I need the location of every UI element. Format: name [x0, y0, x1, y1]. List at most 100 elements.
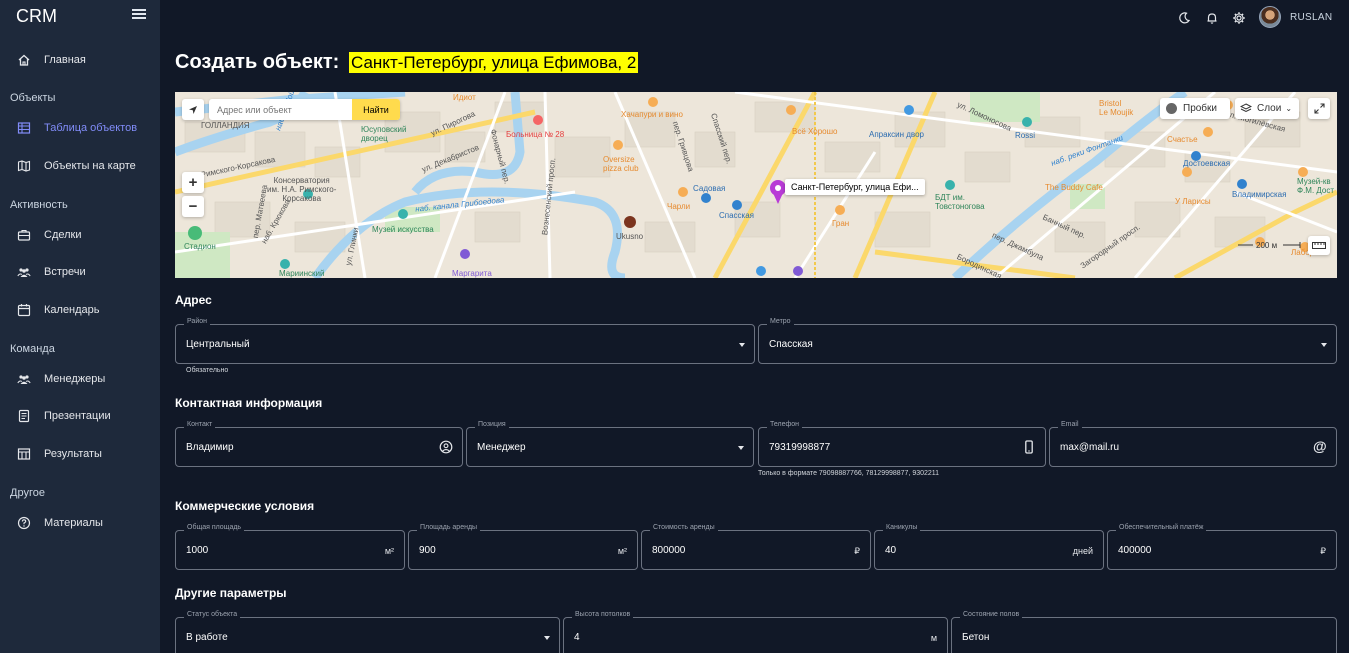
map-label: Чарли [667, 202, 691, 211]
deposit-value: 400000 [1118, 545, 1152, 556]
map-label: Мариинский [279, 269, 325, 278]
sidebar-item-results[interactable]: Результаты [0, 438, 160, 470]
phone-field[interactable]: Телефон 79319998877 [758, 421, 1046, 467]
menu-toggle-icon[interactable] [132, 9, 146, 21]
floor-condition-field[interactable]: Состояние полов Бетон [951, 611, 1337, 653]
sidebar-item-label: Объекты на карте [44, 160, 136, 172]
map-search-button[interactable]: Найти [352, 99, 400, 120]
map-label: Гран [832, 219, 850, 228]
section-heading-other: Другие параметры [175, 586, 287, 600]
rent-area-field[interactable]: Площадь аренды 900 м² [408, 524, 638, 570]
holidays-label: Каникулы [883, 524, 921, 531]
sidebar-item-deals[interactable]: Сделки [0, 219, 160, 251]
map-label: Маргарита [452, 269, 492, 278]
sidebar-item-materials[interactable]: Материалы [0, 507, 160, 539]
sidebar-item-home[interactable]: Главная [0, 44, 160, 76]
map-search-box[interactable]: Найти [209, 99, 400, 120]
people-icon [17, 372, 31, 386]
map-label: Владимирская [1232, 190, 1287, 199]
sidebar-item-label: Главная [44, 54, 86, 66]
contact-label: Контакт [184, 421, 216, 428]
map-label: The Buddy Cafe [1045, 183, 1103, 192]
ruler-button[interactable] [1308, 236, 1330, 255]
sidebar-item-objects-map[interactable]: Объекты на карте [0, 150, 160, 182]
map-label: Апраксин двор [869, 130, 924, 139]
total-area-label: Общая площадь [184, 524, 245, 531]
district-value: Центральный [186, 339, 250, 350]
sidebar-item-label: Материалы [44, 517, 103, 529]
status-label: Статус объекта [184, 611, 241, 618]
position-select[interactable]: Позиция Менеджер [466, 421, 754, 467]
sidebar-item-objects-table[interactable]: Таблица объектов [0, 112, 160, 144]
calendar-icon [17, 303, 31, 317]
status-select[interactable]: Статус объекта В работе [175, 611, 560, 653]
total-area-value: 1000 [186, 545, 209, 556]
map-label: Bristol Le Moujik [1099, 99, 1134, 117]
sidebar-section-activity: Активность [10, 199, 68, 211]
total-area-field[interactable]: Общая площадь 1000 м² [175, 524, 405, 570]
caret-down-icon [738, 446, 744, 450]
status-value: В работе [186, 632, 228, 643]
phone-label: Телефон [767, 421, 803, 428]
layers-button-label: Слои [1257, 103, 1282, 114]
email-field[interactable]: Email max@mail.ru @ [1049, 421, 1337, 467]
ceiling-height-unit: м [930, 633, 937, 643]
phone-helper: Только в формате 79098887766, 7812999887… [758, 470, 940, 477]
ruler-icon [1312, 242, 1326, 249]
page-title: Создать объект: [175, 51, 340, 73]
home-icon [17, 53, 31, 67]
moon-icon[interactable] [1177, 11, 1191, 25]
sidebar-item-label: Встречи [44, 266, 86, 278]
people-icon [17, 265, 31, 279]
traffic-button[interactable]: Пробки [1160, 98, 1230, 119]
ceiling-height-value: 4 [574, 632, 580, 643]
ceiling-height-field[interactable]: Высота потолков 4 м [563, 611, 948, 653]
map-label: Всё Хорошо [792, 127, 838, 136]
sidebar-item-meetings[interactable]: Встречи [0, 256, 160, 288]
section-heading-contact: Контактная информация [175, 396, 323, 410]
fullscreen-button[interactable] [1308, 98, 1330, 119]
district-select[interactable]: Район Центральный [175, 318, 755, 364]
expand-icon [1313, 103, 1325, 114]
sidebar-item-presentations[interactable]: Презентации [0, 400, 160, 432]
rent-cost-field[interactable]: Стоимость аренды 800000 ₽ [641, 524, 871, 570]
zoom-in-button[interactable]: + [182, 172, 204, 193]
map-label: Спасская [719, 211, 755, 220]
sidebar-section-other: Другое [10, 487, 45, 499]
position-label: Позиция [475, 421, 509, 428]
brand-logo[interactable]: CRM [16, 6, 57, 27]
contact-field[interactable]: Контакт Владимир [175, 421, 463, 467]
sidebar-section-objects: Объекты [10, 92, 56, 104]
map[interactable]: ГОЛЛАНДИЯ Идиот Юсуповский дворец Больни… [175, 92, 1337, 278]
holidays-field[interactable]: Каникулы 40 дней [874, 524, 1104, 570]
map-label: Садовая [693, 184, 726, 193]
avatar[interactable] [1259, 6, 1281, 28]
map-pin-label[interactable]: Санкт-Петербург, улица Ефи... [785, 179, 925, 195]
caret-down-icon [544, 636, 550, 640]
holidays-value: 40 [885, 545, 897, 556]
zoom-out-button[interactable]: − [182, 196, 204, 217]
sidebar-item-label: Календарь [44, 304, 100, 316]
at-sign-icon: @ [1313, 438, 1327, 454]
metro-select[interactable]: Метро Спасская [758, 318, 1337, 364]
rent-cost-unit: ₽ [854, 546, 860, 556]
section-heading-address: Адрес [175, 293, 212, 307]
username[interactable]: RUSLAN [1290, 12, 1332, 23]
map-label: Хачапури и вино [621, 110, 683, 119]
sidebar-item-calendar[interactable]: Календарь [0, 294, 160, 326]
deposit-field[interactable]: Обеспечительный платёж 400000 ₽ [1107, 524, 1337, 570]
layers-button[interactable]: Слои ⌄ [1235, 98, 1299, 119]
map-label: Идиот [453, 93, 476, 102]
bell-icon[interactable] [1205, 11, 1219, 25]
map-icon [17, 159, 31, 173]
sidebar-item-managers[interactable]: Менеджеры [0, 363, 160, 395]
sidebar-item-label: Презентации [44, 410, 111, 422]
email-label: Email [1058, 421, 1082, 428]
gear-icon[interactable] [1232, 11, 1246, 25]
rent-cost-label: Стоимость аренды [650, 524, 718, 531]
geolocation-button[interactable] [182, 99, 204, 120]
section-heading-commercial: Коммерческие условия [175, 499, 315, 513]
sidebar: CRM Главная Объекты Таблица объектов Объ… [0, 0, 160, 653]
deposit-label: Обеспечительный платёж [1116, 524, 1207, 531]
sidebar-section-team: Команда [10, 343, 55, 355]
